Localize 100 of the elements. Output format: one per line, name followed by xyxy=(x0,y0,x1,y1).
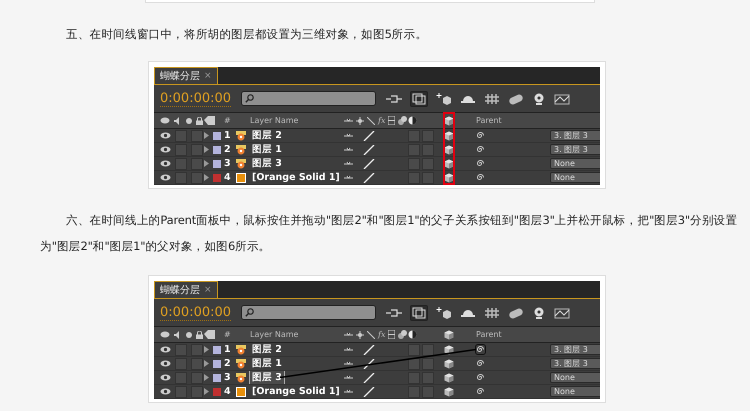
composition-tab[interactable]: 蝴蝶分层 × xyxy=(154,67,218,84)
layer-name[interactable]: 图层 1 xyxy=(250,143,284,156)
solo-icon xyxy=(186,118,192,124)
switch-box[interactable] xyxy=(408,344,420,356)
switch-box[interactable] xyxy=(191,130,203,142)
parent-dropdown[interactable]: 3. 图层 3 xyxy=(550,358,600,369)
switch-box[interactable] xyxy=(191,386,203,398)
draft-3d-button[interactable] xyxy=(410,90,428,106)
circles-icon xyxy=(398,330,408,339)
column-header[interactable]: Parent xyxy=(476,330,502,339)
layer-row[interactable]: 4 [Orange Solid 1] None xyxy=(154,385,600,399)
lock-icon xyxy=(196,116,203,124)
layer-name[interactable]: 图层 2 xyxy=(250,343,284,356)
search-field[interactable] xyxy=(241,305,376,320)
composition-tab[interactable]: 蝴蝶分层 × xyxy=(154,281,218,298)
footage-icon xyxy=(236,144,246,154)
quality-slash-icon xyxy=(363,158,375,168)
switch-box[interactable] xyxy=(175,130,187,142)
switch-box[interactable] xyxy=(422,386,434,398)
slash-icon xyxy=(367,330,375,338)
spiral-icon xyxy=(476,359,485,368)
switch-box[interactable] xyxy=(175,386,187,398)
label-color-swatch[interactable] xyxy=(213,132,221,140)
draft-3d-button[interactable] xyxy=(410,304,428,320)
column-header[interactable]: Layer Name xyxy=(250,116,298,125)
switch-box[interactable] xyxy=(422,358,434,370)
label-color-swatch[interactable] xyxy=(213,360,221,368)
switch-box[interactable] xyxy=(191,358,203,370)
timecode[interactable]: 0:00:00:00 xyxy=(160,304,232,320)
switch-box[interactable] xyxy=(191,158,203,170)
layer-row[interactable]: 2 图层 1 3. 图层 3 xyxy=(154,143,600,157)
spiral-icon xyxy=(476,345,485,354)
label-color-swatch[interactable] xyxy=(213,160,221,168)
frame-icon xyxy=(412,306,426,318)
sun-icon xyxy=(356,330,364,338)
node-connector-icon xyxy=(386,94,402,104)
shy-icon xyxy=(344,388,353,394)
switch-box[interactable] xyxy=(422,130,434,142)
label-color-swatch[interactable] xyxy=(213,146,221,154)
layer-row[interactable]: 4 [Orange Solid 1] None xyxy=(154,171,600,185)
tag-icon xyxy=(204,330,215,339)
sparkle-cube-icon xyxy=(436,92,452,104)
layer-name[interactable]: 图层 2 xyxy=(250,129,284,142)
switch-box[interactable] xyxy=(175,172,187,184)
layer-name[interactable]: [Orange Solid 1] xyxy=(250,172,342,183)
search-icon xyxy=(245,94,254,103)
cube-icon xyxy=(444,116,454,126)
layer-number: 2 xyxy=(224,358,231,369)
switch-box[interactable] xyxy=(408,172,420,184)
label-color-swatch[interactable] xyxy=(213,346,221,354)
switch-box[interactable] xyxy=(191,344,203,356)
switch-box[interactable] xyxy=(191,172,203,184)
paragraph: 五、在时间线窗口中，将所胡的图层都设置为三维对象，如图5所示。 xyxy=(65,26,428,43)
search-field[interactable] xyxy=(241,91,376,106)
column-header[interactable]: Layer Name xyxy=(250,330,298,339)
switch-box[interactable] xyxy=(408,130,420,142)
parent-dropdown[interactable]: 3. 图层 3 xyxy=(550,130,600,141)
label-color-swatch[interactable] xyxy=(213,174,221,182)
parent-dropdown[interactable]: None xyxy=(550,172,600,183)
parent-dropdown[interactable]: None xyxy=(550,372,600,383)
shy-icon xyxy=(344,132,353,138)
layer-name[interactable]: 图层 1 xyxy=(250,357,284,370)
layer-row[interactable]: 2 图层 1 3. 图层 3 xyxy=(154,357,600,371)
parent-dropdown[interactable]: 3. 图层 3 xyxy=(550,144,600,155)
half-circle-icon xyxy=(408,330,417,339)
parent-dropdown[interactable]: 3. 图层 3 xyxy=(550,344,600,355)
switch-box[interactable] xyxy=(191,372,203,384)
layer-row[interactable]: 3 图层 3 None xyxy=(154,371,600,385)
layer-name[interactable]: 图层 3 xyxy=(250,157,284,170)
eye-icon xyxy=(160,346,171,353)
shy-icon xyxy=(344,346,353,352)
label-color-swatch[interactable] xyxy=(213,374,221,382)
spiral-icon xyxy=(476,159,485,168)
footage-icon xyxy=(236,344,246,354)
switch-box[interactable] xyxy=(408,386,420,398)
timecode[interactable]: 0:00:00:00 xyxy=(160,90,232,106)
solid-swatch xyxy=(236,386,246,396)
switch-box[interactable] xyxy=(422,344,434,356)
column-header[interactable]: Parent xyxy=(476,116,502,125)
layer-name[interactable]: [Orange Solid 1] xyxy=(250,386,342,397)
tab-close-button[interactable]: × xyxy=(204,285,212,295)
graph-icon xyxy=(554,306,570,318)
switch-box[interactable] xyxy=(175,344,187,356)
quality-slash-icon xyxy=(363,386,375,396)
dome-icon xyxy=(460,308,476,318)
layer-row[interactable]: 3 图层 3 None xyxy=(154,157,600,171)
film-icon xyxy=(388,330,396,339)
shy-icon xyxy=(344,146,353,152)
label-color-swatch[interactable] xyxy=(213,388,221,396)
column-header: fx xyxy=(378,330,386,339)
layer-name[interactable]: 图层 3 xyxy=(250,371,284,384)
shy-icon xyxy=(344,360,353,366)
parent-dropdown[interactable]: None xyxy=(550,158,600,169)
tab-close-button[interactable]: × xyxy=(204,71,212,81)
layer-row[interactable]: 1 图层 2 3. 图层 3 xyxy=(154,343,600,357)
switch-box[interactable] xyxy=(422,172,434,184)
switch-box[interactable] xyxy=(191,144,203,156)
parent-dropdown[interactable]: None xyxy=(550,386,600,397)
layer-row[interactable]: 1 图层 2 3. 图层 3 xyxy=(154,129,600,143)
shy-icon xyxy=(344,174,353,180)
